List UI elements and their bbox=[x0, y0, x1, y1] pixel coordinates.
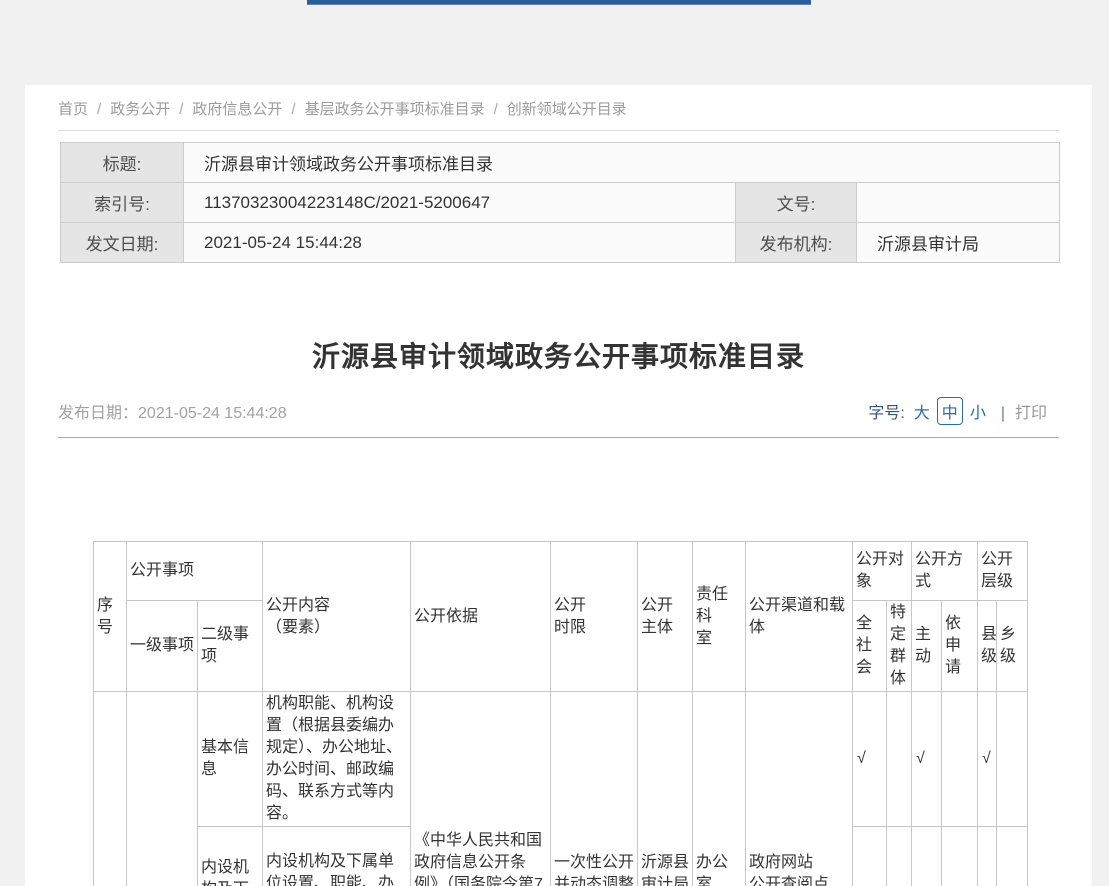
content-panel: 首页 / 政务公开 / 政府信息公开 / 基层政务公开事项标准目录 / 创新领域公开目录 标题:… bbox=[25, 85, 1092, 886]
font-size-tools: 字号: 大中小 | 打印 bbox=[868, 397, 1047, 425]
breadcrumb-xinxi-gongkai[interactable]: 政府信息公开 bbox=[192, 101, 282, 118]
cell-level1 bbox=[127, 692, 198, 886]
breadcrumb-separator: / bbox=[97, 101, 101, 118]
header-method-request: 依申 请 bbox=[942, 601, 978, 692]
breadcrumb-separator: / bbox=[291, 101, 295, 118]
check-all-row1: √ bbox=[853, 692, 887, 827]
info-row-date: 发文日期: 2021-05-24 15:44:28 发布机构: 沂源县审计局 bbox=[61, 223, 1060, 263]
header-open-subject: 公开 主体 bbox=[638, 542, 693, 692]
header-open-method: 公开方式 bbox=[912, 542, 978, 601]
breadcrumb-current-page[interactable]: 创新领域公开目录 bbox=[507, 101, 627, 118]
title-label: 标题: bbox=[61, 143, 184, 183]
cell-content-basic: 机构职能、机构设置（根据县委编办规定）、办公地址、办公时间、邮政编码、联系方式等… bbox=[263, 692, 411, 827]
header-audience-all: 全社 会 bbox=[853, 601, 887, 692]
issue-date-value: 2021-05-24 15:44:28 bbox=[184, 223, 736, 263]
breadcrumb: 首页 / 政务公开 / 政府信息公开 / 基层政务公开事项标准目录 / 创新领域公开目录 bbox=[58, 98, 627, 119]
catalog-table: 序号 公开事项 公开内容 （要素） 公开依据 公开 时限 公开 主体 责任科 室… bbox=[93, 541, 1028, 886]
breadcrumb-zhengwu[interactable]: 政务公开 bbox=[110, 101, 170, 118]
article-divider bbox=[58, 437, 1059, 438]
index-number-label: 索引号: bbox=[61, 183, 184, 223]
issue-date-label: 发文日期: bbox=[61, 223, 184, 263]
header-open-content: 公开内容 （要素） bbox=[263, 542, 411, 692]
check-special-row1 bbox=[887, 692, 912, 827]
header-audience-special: 特定群体 bbox=[887, 601, 912, 692]
cell-seq bbox=[94, 692, 127, 886]
header-open-item: 公开事项 bbox=[127, 542, 263, 601]
header-time-limit: 公开 时限 bbox=[551, 542, 638, 692]
header-seq: 序号 bbox=[94, 542, 127, 692]
breadcrumb-divider bbox=[58, 130, 1059, 131]
check-request-row1 bbox=[942, 692, 978, 827]
check-town-row2 bbox=[997, 827, 1028, 886]
index-number-value: 11370323004223148C/2021-5200647 bbox=[184, 183, 736, 223]
check-active-row1: √ bbox=[912, 692, 942, 827]
title-value: 沂源县审计领域政务公开事项标准目录 bbox=[184, 143, 1060, 183]
header-open-audience: 公开对 象 bbox=[853, 542, 912, 601]
header-open-level: 公开 层级 bbox=[978, 542, 1028, 601]
breadcrumb-separator: / bbox=[179, 101, 183, 118]
top-nav-bar-fragment bbox=[307, 0, 811, 5]
header-method-active: 主动 bbox=[912, 601, 942, 692]
cell-subject: 沂源县审计局 bbox=[638, 692, 693, 886]
header-responsible-dept: 责任科 室 bbox=[693, 542, 746, 692]
check-special-row2 bbox=[887, 827, 912, 886]
check-request-row2 bbox=[942, 827, 978, 886]
check-county-row2: √ bbox=[978, 827, 997, 886]
font-size-label: 字号: bbox=[868, 405, 904, 422]
cell-level2-basic: 基本信息 bbox=[198, 692, 263, 827]
header-level-county: 县级 bbox=[978, 601, 997, 692]
check-active-row2: √ bbox=[912, 827, 942, 886]
check-town-row1 bbox=[997, 692, 1028, 827]
catalog-header-row-1: 序号 公开事项 公开内容 （要素） 公开依据 公开 时限 公开 主体 责任科 室… bbox=[94, 542, 1028, 601]
publish-date-label: 发布日期： bbox=[58, 405, 138, 422]
publish-date: 发布日期：2021-05-24 15:44:28 bbox=[58, 399, 287, 423]
cell-time-limit: 一次性公开并动态调整 bbox=[551, 692, 638, 886]
breadcrumb-separator: / bbox=[494, 101, 498, 118]
check-county-row1: √ bbox=[978, 692, 997, 827]
font-size-small-button[interactable]: 小 bbox=[970, 405, 986, 422]
doc-number-value bbox=[857, 183, 1060, 223]
header-open-channel: 公开渠道和载 体 bbox=[746, 542, 853, 692]
breadcrumb-jiceng-catalog[interactable]: 基层政务公开事项标准目录 bbox=[305, 101, 485, 118]
info-row-title: 标题: 沂源县审计领域政务公开事项标准目录 bbox=[61, 143, 1060, 183]
article-meta-line: 发布日期：2021-05-24 15:44:28 字号: 大中小 | 打印 bbox=[58, 397, 1059, 423]
cell-channel: 政府网站 公开查阅点 bbox=[746, 692, 853, 886]
page-title: 沂源县审计领域政务公开事项标准目录 bbox=[25, 335, 1092, 375]
font-size-medium-button[interactable]: 中 bbox=[937, 397, 963, 425]
header-level-town: 乡级 bbox=[997, 601, 1028, 692]
publish-date-value: 2021-05-24 15:44:28 bbox=[138, 405, 287, 422]
print-button[interactable]: 打印 bbox=[1015, 405, 1047, 422]
agency-label: 发布机构: bbox=[736, 223, 857, 263]
header-level2-item: 二级事项 bbox=[198, 601, 263, 692]
tools-separator: | bbox=[1001, 405, 1005, 422]
cell-level2-internal: 内设机构及下属事业单位信息 bbox=[198, 827, 263, 886]
agency-value: 沂源县审计局 bbox=[857, 223, 1060, 263]
check-all-row2: √ bbox=[853, 827, 887, 886]
cell-content-internal: 内设机构及下属单位设置、职能、办公地址、办公时间、联系方式、负责人姓名等信息。 bbox=[263, 827, 411, 886]
doc-number-label: 文号: bbox=[736, 183, 857, 223]
document-info-table: 标题: 沂源县审计领域政务公开事项标准目录 索引号: 1137032300422… bbox=[60, 142, 1060, 263]
info-row-index: 索引号: 11370323004223148C/2021-5200647 文号: bbox=[61, 183, 1060, 223]
header-open-basis: 公开依据 bbox=[411, 542, 551, 692]
font-size-large-button[interactable]: 大 bbox=[914, 405, 930, 422]
breadcrumb-home[interactable]: 首页 bbox=[58, 101, 88, 118]
header-level1-item: 一级事项 bbox=[127, 601, 198, 692]
cell-basis: 《中华人民共和国政府信息公开条例》（国务院令第711号） bbox=[411, 692, 551, 886]
cell-dept: 办公室 bbox=[693, 692, 746, 886]
catalog-row-basic-info: 基本信息 机构职能、机构设置（根据县委编办规定）、办公地址、办公时间、邮政编码、… bbox=[94, 692, 1028, 827]
